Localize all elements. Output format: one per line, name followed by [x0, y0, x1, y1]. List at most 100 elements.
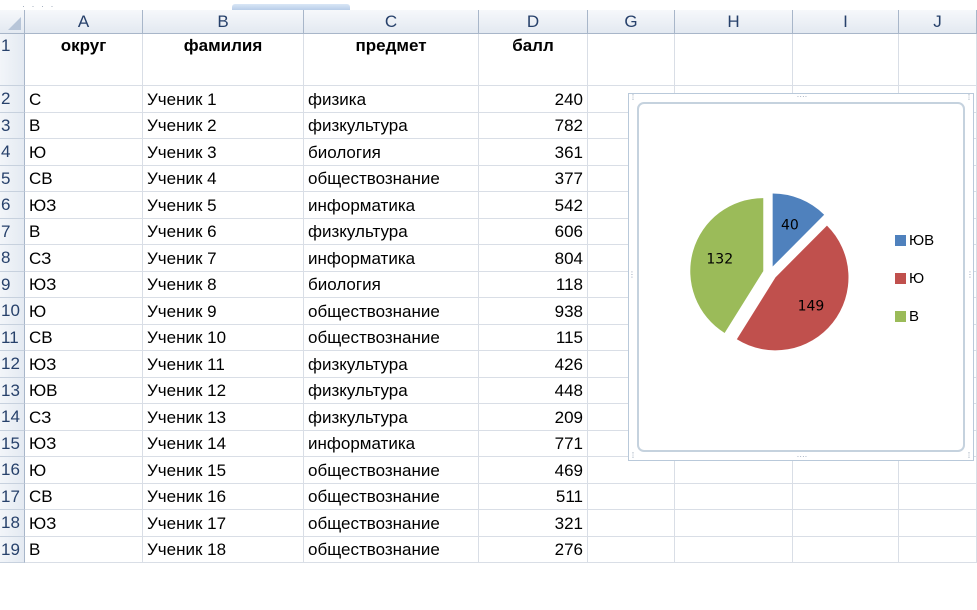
legend-item-Ю[interactable]: Ю	[895, 270, 924, 287]
cell-surname[interactable]: Ученик 4	[143, 165, 304, 192]
cell-score[interactable]: 542	[479, 192, 588, 219]
empty-cell[interactable]	[588, 510, 675, 537]
cell-surname[interactable]: Ученик 8	[143, 271, 304, 298]
row-header[interactable]: 12	[0, 351, 25, 378]
cell-district[interactable]: СЗ	[25, 404, 143, 431]
cell-score[interactable]: 448	[479, 377, 588, 404]
cell-subject[interactable]: информатика	[304, 245, 479, 272]
cell-surname[interactable]: Ученик 12	[143, 377, 304, 404]
row-header[interactable]: 6	[0, 192, 25, 219]
empty-cell[interactable]	[793, 536, 899, 563]
header-cell-D[interactable]: балл	[479, 34, 588, 86]
cell-score[interactable]: 511	[479, 483, 588, 510]
empty-cell[interactable]	[675, 536, 793, 563]
empty-cell[interactable]	[793, 483, 899, 510]
cell-district[interactable]: В	[25, 112, 143, 139]
cell-subject[interactable]: обществознание	[304, 324, 479, 351]
cell-district[interactable]: ЮЗ	[25, 430, 143, 457]
cell-district[interactable]: С	[25, 86, 143, 113]
cell-subject[interactable]: обществознание	[304, 298, 479, 325]
cell-score[interactable]: 209	[479, 404, 588, 431]
cell-subject[interactable]: физкультура	[304, 112, 479, 139]
cell-district[interactable]: ЮЗ	[25, 510, 143, 537]
column-header-B[interactable]: B	[143, 10, 304, 34]
row-header[interactable]: 2	[0, 86, 25, 113]
row-header[interactable]: 19	[0, 536, 25, 563]
cell-district[interactable]: СВ	[25, 483, 143, 510]
cell-subject[interactable]: обществознание	[304, 536, 479, 563]
cell-surname[interactable]: Ученик 18	[143, 536, 304, 563]
cell-surname[interactable]: Ученик 2	[143, 112, 304, 139]
legend-item-В[interactable]: В	[895, 308, 919, 325]
cell-district[interactable]: СЗ	[25, 245, 143, 272]
row-header[interactable]: 4	[0, 139, 25, 166]
empty-cell[interactable]	[675, 34, 793, 86]
empty-cell[interactable]	[588, 34, 675, 86]
cell-subject[interactable]: обществознание	[304, 483, 479, 510]
cell-district[interactable]: ЮВ	[25, 377, 143, 404]
cell-subject[interactable]: физкультура	[304, 404, 479, 431]
row-header[interactable]: 3	[0, 112, 25, 139]
cell-district[interactable]: СВ	[25, 165, 143, 192]
column-header-D[interactable]: D	[479, 10, 588, 34]
cell-surname[interactable]: Ученик 17	[143, 510, 304, 537]
cell-district[interactable]: Ю	[25, 139, 143, 166]
cell-district[interactable]: Ю	[25, 457, 143, 484]
cell-score[interactable]: 115	[479, 324, 588, 351]
cell-surname[interactable]: Ученик 10	[143, 324, 304, 351]
cell-district[interactable]: ЮЗ	[25, 351, 143, 378]
cell-score[interactable]: 804	[479, 245, 588, 272]
cell-surname[interactable]: Ученик 9	[143, 298, 304, 325]
cell-score[interactable]: 276	[479, 536, 588, 563]
row-header[interactable]: 7	[0, 218, 25, 245]
cell-surname[interactable]: Ученик 13	[143, 404, 304, 431]
empty-cell[interactable]	[588, 483, 675, 510]
empty-cell[interactable]	[675, 483, 793, 510]
cell-score[interactable]: 321	[479, 510, 588, 537]
cell-surname[interactable]: Ученик 3	[143, 139, 304, 166]
header-cell-B[interactable]: фамилия	[143, 34, 304, 86]
column-header-H[interactable]: H	[675, 10, 793, 34]
row-header[interactable]: 13	[0, 377, 25, 404]
cell-surname[interactable]: Ученик 1	[143, 86, 304, 113]
cell-district[interactable]: ЮЗ	[25, 271, 143, 298]
empty-cell[interactable]	[793, 510, 899, 537]
row-header[interactable]: 17	[0, 483, 25, 510]
empty-cell[interactable]	[899, 483, 977, 510]
legend-item-ЮВ[interactable]: ЮВ	[895, 232, 934, 249]
column-header-C[interactable]: C	[304, 10, 479, 34]
cell-subject[interactable]: физкультура	[304, 218, 479, 245]
row-header[interactable]: 15	[0, 430, 25, 457]
cell-subject[interactable]: физкультура	[304, 351, 479, 378]
row-header[interactable]: 9	[0, 271, 25, 298]
cell-surname[interactable]: Ученик 7	[143, 245, 304, 272]
cell-score[interactable]: 118	[479, 271, 588, 298]
cell-district[interactable]: Ю	[25, 298, 143, 325]
cell-score[interactable]: 938	[479, 298, 588, 325]
empty-cell[interactable]	[899, 510, 977, 537]
column-header-A[interactable]: A	[25, 10, 143, 34]
row-header[interactable]: 5	[0, 165, 25, 192]
cell-subject[interactable]: обществознание	[304, 457, 479, 484]
cell-score[interactable]: 469	[479, 457, 588, 484]
cell-score[interactable]: 377	[479, 165, 588, 192]
pie-chart[interactable]: ⁞ ···· ⁞ ⋮ ⋮ ⁞ ···· ⁞ 40 149 132 ЮВ Ю В	[628, 92, 974, 461]
cell-subject[interactable]: информатика	[304, 430, 479, 457]
column-header-I[interactable]: I	[793, 10, 899, 34]
row-header[interactable]: 1	[0, 34, 25, 86]
cell-subject[interactable]: обществознание	[304, 510, 479, 537]
empty-cell[interactable]	[675, 510, 793, 537]
empty-cell[interactable]	[899, 536, 977, 563]
row-header[interactable]: 11	[0, 324, 25, 351]
row-header[interactable]: 10	[0, 298, 25, 325]
row-header[interactable]: 16	[0, 457, 25, 484]
cell-subject[interactable]: обществознание	[304, 165, 479, 192]
select-all-button[interactable]	[0, 10, 25, 34]
cell-district[interactable]: СВ	[25, 324, 143, 351]
row-header[interactable]: 18	[0, 510, 25, 537]
cell-score[interactable]: 426	[479, 351, 588, 378]
cell-score[interactable]: 782	[479, 112, 588, 139]
cell-subject[interactable]: биология	[304, 271, 479, 298]
cell-subject[interactable]: физкультура	[304, 377, 479, 404]
cell-subject[interactable]: физика	[304, 86, 479, 113]
